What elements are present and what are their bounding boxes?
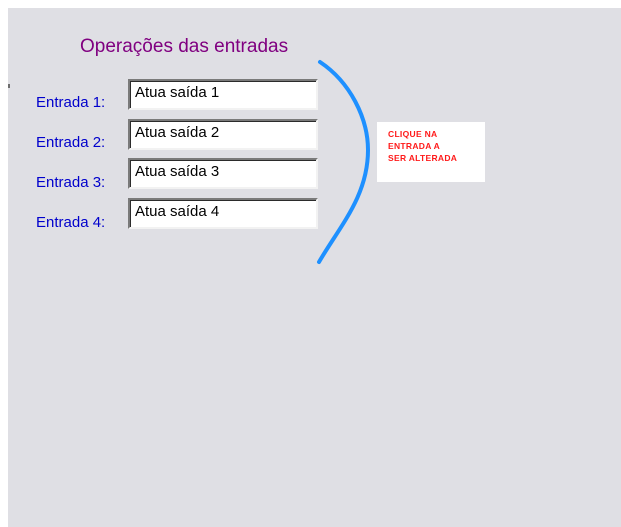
instruction-line-1: CLIQUE NA xyxy=(388,129,438,139)
brace-connector xyxy=(317,60,371,264)
instruction-note: CLIQUE NA ENTRADA A SER ALTERADA xyxy=(377,122,485,182)
instruction-line-3: SER ALTERADA xyxy=(388,153,458,163)
instruction-line-2: ENTRADA A xyxy=(388,141,441,151)
